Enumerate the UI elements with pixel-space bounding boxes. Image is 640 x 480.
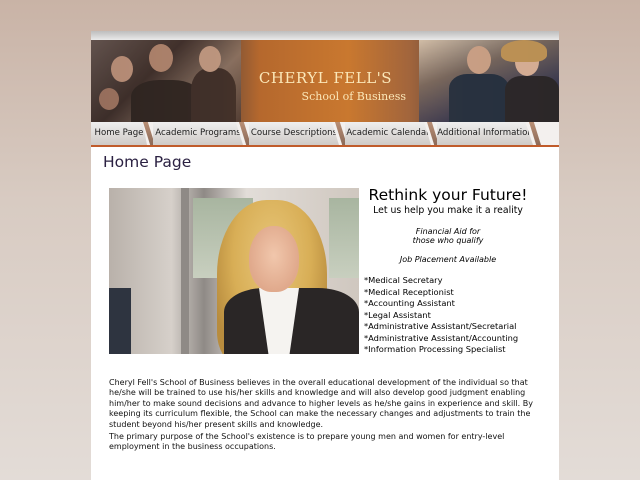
page-container: CHERYL FELL'S School of Business Home Pa…: [91, 31, 559, 480]
list-item: *Administrative Assistant/Accounting: [364, 332, 519, 343]
business-people-photo: [91, 40, 241, 122]
nav-tab-academic-calendar[interactable]: Academic Calendar: [345, 122, 431, 145]
purpose-paragraph: The primary purpose of the School's exis…: [109, 432, 505, 452]
main-navigation: Home Page Academic Programs Course Descr…: [91, 122, 559, 147]
header-banner: CHERYL FELL'S School of Business: [91, 40, 559, 122]
list-item: *Administrative Assistant/Secretarial: [364, 321, 517, 331]
school-name-title: CHERYL FELL'S: [258, 69, 393, 87]
monitor-shape: [109, 288, 131, 354]
job-placement-text: Job Placement Available: [399, 255, 497, 264]
school-name-subtitle: School of Business: [301, 90, 406, 103]
promo-subheadline: Let us help you make it a reality: [373, 205, 523, 216]
financial-aid-text-line1: Financial Aid for: [415, 227, 481, 236]
promo-headline: Rethink your Future!: [368, 186, 528, 204]
nav-tab-academic-programs[interactable]: Academic Programs: [153, 122, 243, 145]
nav-tab-additional-information[interactable]: Additional Information: [437, 122, 533, 145]
top-border: [91, 31, 559, 40]
mission-paragraph: Cheryl Fell's School of Business believe…: [109, 378, 533, 429]
list-item: *Medical Secretary: [364, 275, 443, 285]
page-title: Home Page: [103, 153, 192, 171]
list-item: *Information Processing Specialist: [364, 344, 506, 354]
nav-tab-course-descriptions[interactable]: Course Descriptions: [249, 122, 339, 145]
business-team-photo: [419, 40, 559, 122]
financial-aid-text-line2: those who qualify: [412, 236, 484, 245]
smiling-businesswoman-photo: [109, 188, 359, 354]
nav-tab-home-page[interactable]: Home Page: [91, 122, 147, 145]
list-item: *Accounting Assistant: [364, 298, 455, 308]
list-item: *Medical Receptionist: [364, 286, 454, 297]
list-item: *Legal Assistant: [364, 309, 431, 320]
services-list: *Medical Secretary *Medical Receptionist…: [364, 275, 518, 356]
